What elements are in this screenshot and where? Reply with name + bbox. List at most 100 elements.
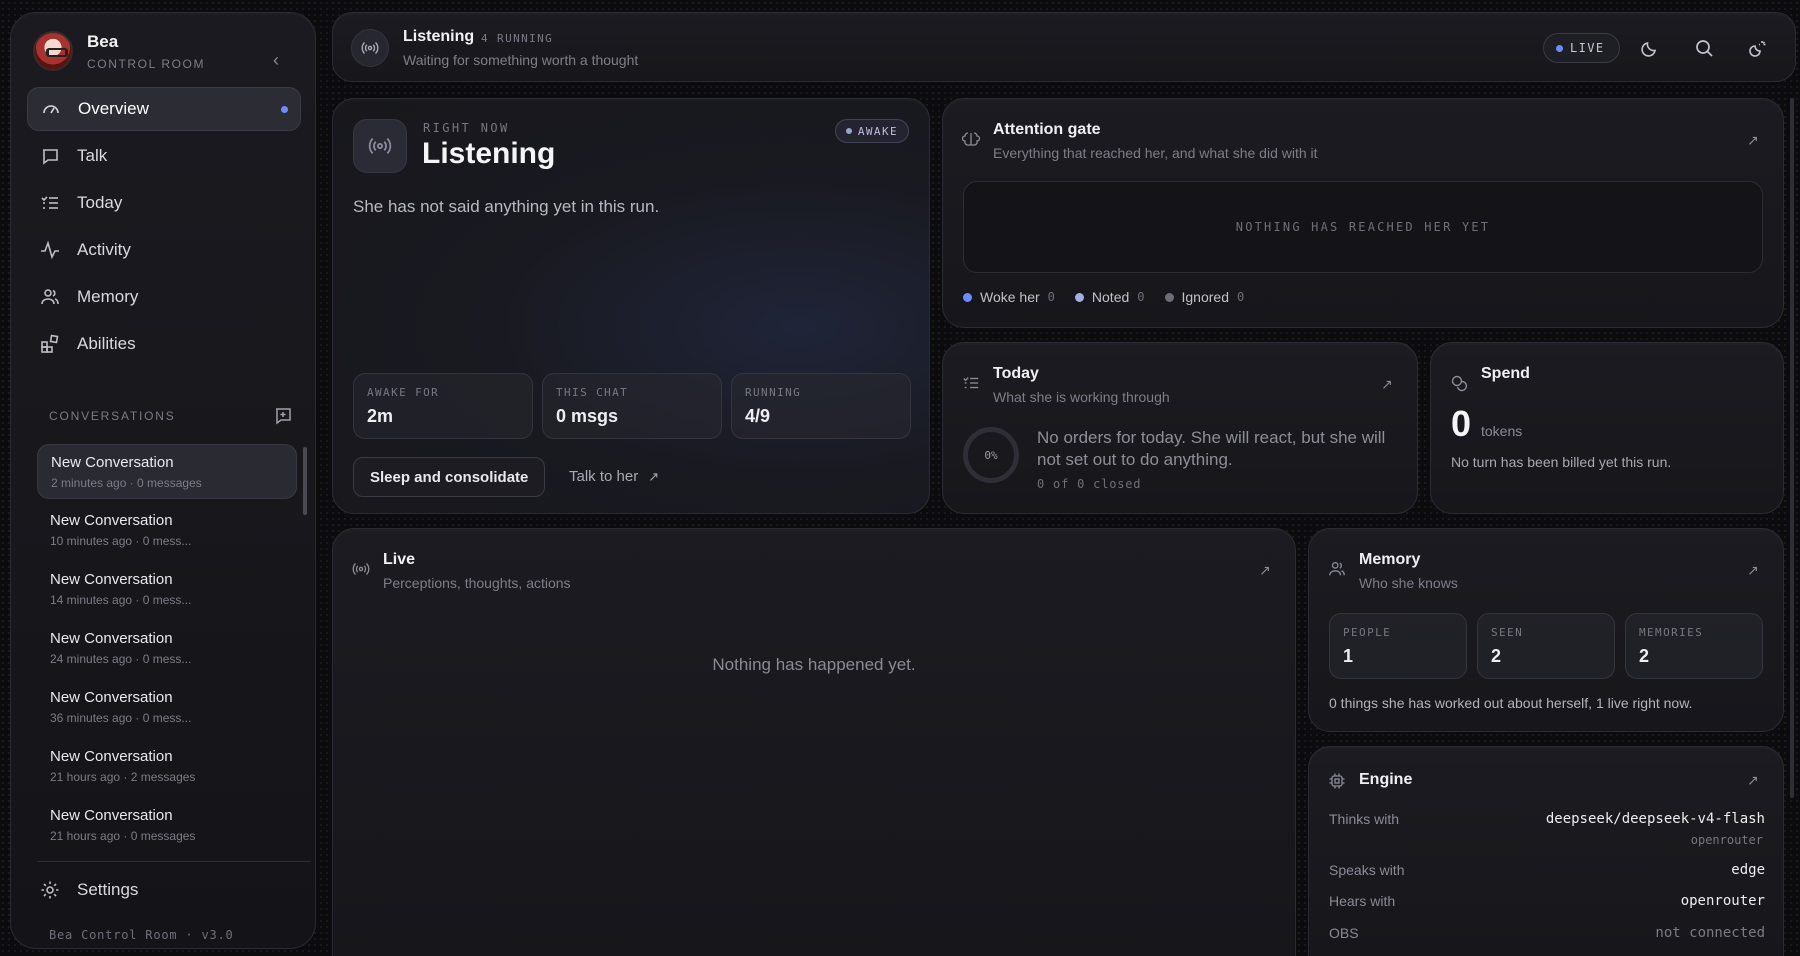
talk-to-her-link[interactable]: Talk to her ↗ (569, 468, 659, 485)
memory-title: Memory (1359, 551, 1421, 568)
attention-title: Attention gate (993, 121, 1101, 138)
sidebar-item-abilities[interactable]: Abilities (27, 322, 301, 366)
right-now-card: RIGHT NOW Listening AWAKE She has not sa… (332, 98, 930, 514)
awake-badge: AWAKE (834, 119, 909, 143)
engine-value: openrouter (1680, 893, 1765, 909)
gauge-icon (40, 98, 62, 120)
brand-subtitle: CONTROL ROOM (87, 56, 206, 71)
sidebar-item-settings[interactable]: Settings (39, 879, 138, 901)
awake-label: AWAKE (857, 124, 898, 138)
brand-name: Bea (87, 31, 119, 51)
conversation-item[interactable]: New Conversation 10 minutes ago · 0 mess… (37, 503, 297, 558)
engine-card: Engine ↗ Thinks with deepseek/deepseek-v… (1308, 746, 1784, 956)
stat-label: RUNNING (745, 386, 802, 399)
people-icon (39, 286, 61, 308)
spend-unit: tokens (1481, 423, 1523, 439)
broadcast-icon (353, 119, 407, 173)
collapse-sidebar-icon[interactable]: ‹ (273, 51, 287, 69)
conversation-item[interactable]: New Conversation 2 minutes ago · 0 messa… (37, 444, 297, 499)
legend-noted: Noted 0 (1074, 289, 1145, 305)
expand-arrow-icon[interactable]: ↗ (1259, 563, 1273, 577)
broadcast-icon (351, 559, 371, 579)
today-closed-count: 0 of 0 closed (1037, 477, 1142, 491)
engine-title: Engine (1359, 771, 1413, 788)
engine-row-thinks: Thinks with deepseek/deepseek-v4-flash (1329, 811, 1765, 827)
status-subtitle: Waiting for something worth a thought (403, 52, 639, 68)
expand-arrow-icon[interactable]: ↗ (1747, 773, 1761, 787)
expand-arrow-icon[interactable]: ↗ (1747, 133, 1761, 147)
conversation-title: New Conversation (50, 689, 173, 706)
conversation-list: New Conversation 2 minutes ago · 0 messa… (37, 444, 297, 857)
sidebar-item-talk[interactable]: Talk (27, 134, 301, 178)
today-title: Today (993, 365, 1039, 382)
status-title: Listening (403, 28, 475, 45)
divider (37, 861, 311, 862)
sidebar: Bea CONTROL ROOM ‹ Overview Talk Today A… (10, 12, 316, 949)
stat-value: 2m (367, 406, 394, 426)
conversation-meta: 36 minutes ago · 0 mess... (50, 711, 192, 725)
stat-value: 2 (1639, 646, 1650, 666)
sidebar-item-today[interactable]: Today (27, 181, 301, 225)
conversation-scrollbar[interactable] (303, 447, 307, 515)
theme-toggle-icon[interactable] (1745, 35, 1771, 61)
running-count: 4 RUNNING (481, 32, 554, 45)
coins-icon (1449, 373, 1469, 393)
legend-dot (963, 292, 972, 302)
conversation-item[interactable]: New Conversation 21 hours ago · 0 messag… (37, 798, 297, 853)
legend-woke-her: Woke her 0 (963, 289, 1055, 305)
live-badge[interactable]: LIVE (1543, 33, 1620, 63)
conversation-item[interactable]: New Conversation 24 minutes ago · 0 mess… (37, 621, 297, 676)
expand-arrow-icon[interactable]: ↗ (1381, 377, 1395, 391)
sleep-consolidate-button[interactable]: Sleep and consolidate (353, 457, 546, 497)
today-text: No orders for today. She will react, but… (1037, 428, 1386, 469)
legend-dot (1074, 292, 1084, 302)
sidebar-item-label: Today (77, 193, 123, 212)
conversation-meta: 2 minutes ago · 0 messages (51, 476, 202, 490)
stat-label: PEOPLE (1343, 626, 1392, 639)
engine-value: not connected (1655, 925, 1765, 941)
stat-memories: MEMORIES 2 (1625, 613, 1763, 679)
conversation-title: New Conversation (50, 807, 173, 824)
legend-count: 0 (1047, 290, 1055, 304)
avatar (33, 31, 73, 71)
moon-icon[interactable] (1637, 35, 1663, 61)
spend-note: No turn has been billed yet this run. (1451, 454, 1672, 470)
settings-label: Settings (77, 880, 139, 899)
stat-people: PEOPLE 1 (1329, 613, 1467, 679)
engine-value: deepseek/deepseek-v4-flash (1545, 811, 1765, 827)
new-conversation-icon[interactable] (274, 407, 292, 425)
active-indicator-dot (281, 105, 288, 113)
live-label: LIVE (1570, 41, 1605, 55)
sidebar-item-label: Memory (77, 287, 139, 306)
search-icon[interactable] (1691, 35, 1717, 61)
people-icon (1327, 559, 1347, 579)
stat-this-chat: THIS CHAT 0 msgs (542, 373, 722, 439)
engine-row-obs: OBS not connected (1329, 925, 1765, 941)
engine-key: Hears with (1329, 893, 1396, 909)
conversation-item[interactable]: New Conversation 14 minutes ago · 0 mess… (37, 562, 297, 617)
spend-card: Spend 0 tokens No turn has been billed y… (1430, 342, 1784, 514)
engine-row-hears: Hears with openrouter (1329, 893, 1765, 909)
stat-value: 4/9 (745, 406, 771, 426)
gear-icon (39, 879, 61, 901)
blocks-icon (39, 333, 61, 355)
legend-dot (1164, 292, 1174, 302)
conversation-meta: 14 minutes ago · 0 mess... (50, 593, 192, 607)
chip-icon (1327, 771, 1347, 791)
sidebar-item-memory[interactable]: Memory (27, 275, 301, 319)
sidebar-item-activity[interactable]: Activity (27, 228, 301, 272)
engine-value: edge (1731, 862, 1765, 878)
stat-label: THIS CHAT (556, 386, 629, 399)
live-empty-state: Nothing has happened yet. (712, 655, 916, 674)
conversation-meta: 21 hours ago · 2 messages (50, 770, 196, 784)
conversation-meta: 10 minutes ago · 0 mess... (50, 534, 192, 548)
conversation-item[interactable]: New Conversation 21 hours ago · 2 messag… (37, 739, 297, 794)
conversation-item[interactable]: New Conversation 36 minutes ago · 0 mess… (37, 680, 297, 735)
main-scrollbar[interactable] (1790, 98, 1794, 798)
chat-icon (39, 145, 61, 167)
pulse-icon (39, 239, 61, 261)
conversations-heading: CONVERSATIONS (49, 409, 176, 423)
checklist-icon (39, 192, 61, 214)
expand-arrow-icon[interactable]: ↗ (1747, 563, 1761, 577)
sidebar-item-overview[interactable]: Overview (27, 87, 301, 131)
